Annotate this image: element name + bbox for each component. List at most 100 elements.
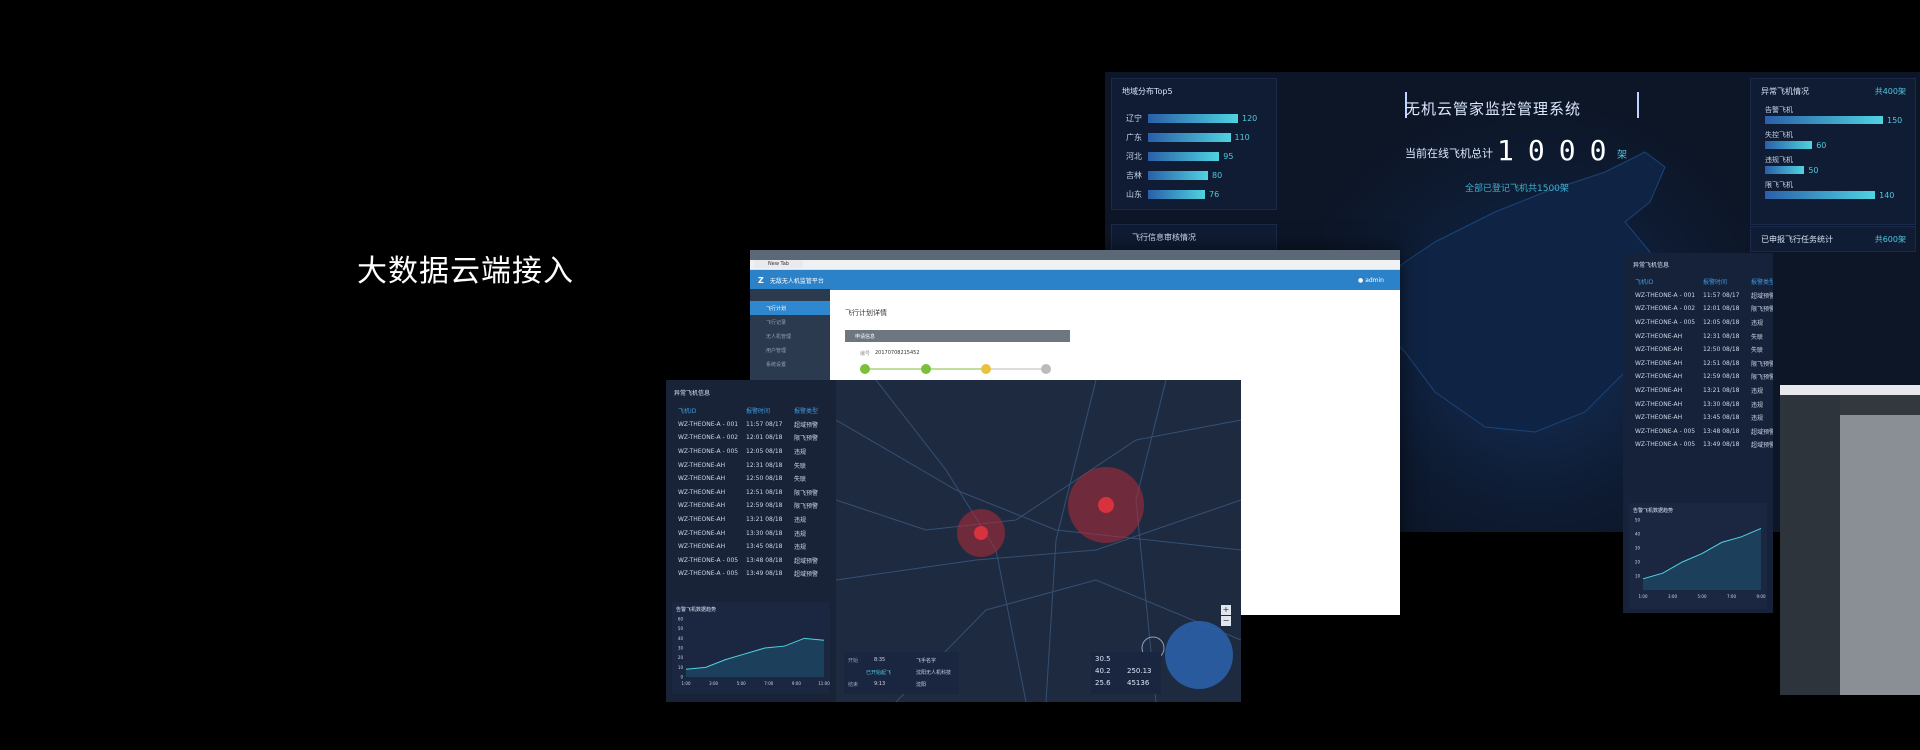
trend-panel: 告警飞机数据趋势 0 10 20 30 40 50 60 1:00 3:00 5:00 7:00 9:… <box>672 602 830 694</box>
online-label: 当前在线飞机总计 <box>1405 147 1493 160</box>
map-table-row[interactable]: WZ-THEONE-AH 13:45 08/18 违规 <box>678 540 828 554</box>
abnormal-value: 140 <box>1879 190 1895 200</box>
map-table-cell: WZ-THEONE-A - 005 <box>678 556 739 564</box>
right-table-row[interactable]: WZ-THEONE-A - 005 13:49 08/18 超域预警 <box>1635 438 1773 452</box>
nav-item[interactable]: 用户管理 <box>750 343 830 357</box>
map-table-row[interactable]: WZ-THEONE-A - 001 11:57 08/17 超域预警 <box>678 418 828 432</box>
map-table-cell: 12:51 08/18 <box>746 488 783 496</box>
map-table-row[interactable]: WZ-THEONE-A - 005 13:49 08/18 超域预警 <box>678 567 828 581</box>
readout-2: 40.2 <box>1095 667 1111 675</box>
region-value: 76 <box>1209 189 1220 199</box>
region-bars: 辽宁 120 广东 110 河北 95 吉林 80 山东 76 <box>1126 111 1276 201</box>
map-table-row[interactable]: WZ-THEONE-AH 12:50 08/18 失联 <box>678 472 828 486</box>
flight-info-card: 开始 8:35 已开始起飞 结束 9:13 飞手名字 沈阳无人机科技 沈阳 <box>844 652 959 694</box>
region-row: 山东 76 <box>1126 187 1276 201</box>
table-header: 飞机ID 报警时间 报警类型 <box>678 404 828 418</box>
right-abnormal-panel: 异常飞机信息 飞机ID 报警时间 报警类型 WZ-THEONE-A - 001 1… <box>1623 253 1773 613</box>
map-table-row[interactable]: WZ-THEONE-AH 12:51 08/18 限飞预警 <box>678 486 828 500</box>
right-table-row[interactable]: WZ-THEONE-A - 005 13:48 08/18 超域预警 <box>1635 425 1773 439</box>
map-table-row[interactable]: WZ-THEONE-AH 13:30 08/18 违规 <box>678 526 828 540</box>
region-value: 120 <box>1242 113 1258 123</box>
map-table-cell: WZ-THEONE-AH <box>678 475 726 483</box>
right-table-row[interactable]: WZ-THEONE-AH 13:30 08/18 违规 <box>1635 397 1773 411</box>
x-tick-label: 1:00 <box>1639 594 1648 599</box>
abnormal-bar <box>1765 141 1813 149</box>
right-table-cell: 超域预警 <box>1751 428 1773 436</box>
right-table-cell: WZ-THEONE-A - 005 <box>1635 427 1696 435</box>
nav-item[interactable]: 无人机管理 <box>750 329 830 343</box>
col-id: 飞机ID <box>678 408 697 416</box>
secondary-toolbar <box>1780 385 1920 395</box>
trend-area <box>1643 528 1761 590</box>
right-table-cell: WZ-THEONE-AH <box>1635 414 1683 422</box>
abnormal-label: 限飞飞机 <box>1765 181 1793 189</box>
right-trend-panel: 告警飞机数据趋势 10 20 30 40 50 1:00 3:00 5:00 7:00 9:00 <box>1629 503 1767 609</box>
step-3 <box>981 364 991 374</box>
address-bar[interactable] <box>750 260 1400 270</box>
right-table-row[interactable]: WZ-THEONE-A - 002 12:01 08/18 限飞预警 <box>1635 302 1773 316</box>
map-table-cell: 12:50 08/18 <box>746 475 783 483</box>
progress-steps <box>860 364 1051 374</box>
right-table-row[interactable]: WZ-THEONE-AH 13:21 08/18 违规 <box>1635 384 1773 398</box>
map-table-cell: 限飞预警 <box>794 489 819 497</box>
map-table-row[interactable]: WZ-THEONE-A - 002 12:01 08/18 限飞预警 <box>678 431 828 445</box>
pilot-name: 飞手名字 <box>916 658 937 664</box>
readout-4: 250.13 <box>1127 667 1152 675</box>
map-table-cell: 12:31 08/18 <box>746 461 783 469</box>
zoom-in-button[interactable]: + <box>1221 605 1231 615</box>
map-table-cell: WZ-THEONE-AH <box>678 529 726 537</box>
map-table-row[interactable]: WZ-THEONE-A - 005 12:05 08/18 违规 <box>678 445 828 459</box>
nav-item[interactable]: 飞行计划 <box>750 301 830 315</box>
region-label: 河北 <box>1126 151 1142 161</box>
right-table-title: 异常飞机信息 <box>1633 262 1670 269</box>
user-menu[interactable]: ● admin <box>1358 277 1384 284</box>
right-table-row[interactable]: WZ-THEONE-AH 13:45 08/18 违规 <box>1635 411 1773 425</box>
map-dashboard: 异常飞机信息 飞机ID 报警时间 报警类型 WZ-THEONE-A - 001 1… <box>666 380 1241 702</box>
map-table-cell: 超域预警 <box>794 421 819 429</box>
region-bar <box>1148 151 1220 161</box>
map-table-row[interactable]: WZ-THEONE-AH 12:31 08/18 失联 <box>678 458 828 472</box>
region-panel: 地域分布Top5 辽宁 120 广东 110 河北 95 吉林 80 山东 76 <box>1111 78 1277 210</box>
y-tick-label: 10 <box>1635 574 1641 579</box>
abnormal-value: 60 <box>1816 140 1827 150</box>
y-tick-label: 40 <box>678 636 684 641</box>
trend-title: 告警飞机数据趋势 <box>676 607 717 613</box>
right-table-cell: 超域预警 <box>1751 292 1773 300</box>
right-col-id: 飞机ID <box>1635 279 1654 287</box>
right-table-cell: 违规 <box>1751 320 1764 328</box>
right-table-cell: 违规 <box>1751 388 1764 396</box>
right-table-row[interactable]: WZ-THEONE-AH 12:51 08/18 限飞预警 <box>1635 357 1773 371</box>
right-table-cell: 12:51 08/18 <box>1703 359 1740 367</box>
map-table-row[interactable]: WZ-THEONE-AH 13:21 08/18 违规 <box>678 513 828 527</box>
x-tick-label: 7:00 <box>764 681 773 686</box>
region-row: 广东 110 <box>1126 130 1276 144</box>
right-trend-chart: 10 20 30 40 50 1:00 3:00 5:00 7:00 9:00 <box>1635 518 1766 600</box>
applied-tasks-total: 共600架 <box>1874 235 1906 244</box>
zoom-out-button[interactable]: − <box>1221 616 1231 626</box>
y-tick-label: 0 <box>680 675 683 680</box>
right-table-row[interactable]: WZ-THEONE-A - 005 12:05 08/18 违规 <box>1635 316 1773 330</box>
map-table-row[interactable]: WZ-THEONE-A - 005 13:48 08/18 超域预警 <box>678 554 828 568</box>
abnormal-bars: 告警飞机 150 失控飞机 60 违规飞机 50 限飞飞机 140 <box>1765 105 1915 200</box>
right-table-cell: WZ-THEONE-AH <box>1635 387 1683 395</box>
right-table-row[interactable]: WZ-THEONE-AH 12:59 08/18 限飞预警 <box>1635 370 1773 384</box>
alert-marker-1[interactable] <box>974 526 988 540</box>
map-table-cell: 12:59 08/18 <box>746 502 783 510</box>
browser-tab[interactable]: New Tab <box>754 260 803 268</box>
right-table-row[interactable]: WZ-THEONE-A - 001 11:57 08/17 超域预警 <box>1635 289 1773 303</box>
section-header: 申请信息 <box>845 330 1070 342</box>
abnormal-label: 违规飞机 <box>1765 156 1793 164</box>
nav-item[interactable]: 系统设置 <box>750 357 830 371</box>
city-map[interactable]: + − 开始 8:35 已开始起飞 结束 9:13 飞手名字 沈阳无人机科技 沈… <box>835 380 1241 702</box>
right-table-cell: 12:01 08/18 <box>1703 305 1740 313</box>
right-table-cell: 限飞预警 <box>1751 374 1773 382</box>
nav-item[interactable]: 飞行记录 <box>750 315 830 329</box>
abnormal-panel: 异常飞机情况 共400架 告警飞机 150 失控飞机 60 违规飞机 50 限飞飞机 140 <box>1750 78 1916 225</box>
map-table-row[interactable]: WZ-THEONE-AH 12:59 08/18 限飞预警 <box>678 499 828 513</box>
right-table-cell: 13:49 08/18 <box>1703 441 1740 449</box>
right-table-row[interactable]: WZ-THEONE-AH 12:31 08/18 失联 <box>1635 329 1773 343</box>
map-table-cell: 12:05 08/18 <box>746 448 783 456</box>
alert-marker-2[interactable] <box>1098 497 1114 513</box>
right-table-row[interactable]: WZ-THEONE-AH 12:50 08/18 失联 <box>1635 343 1773 357</box>
tab-bar: New Tab <box>750 250 1400 268</box>
